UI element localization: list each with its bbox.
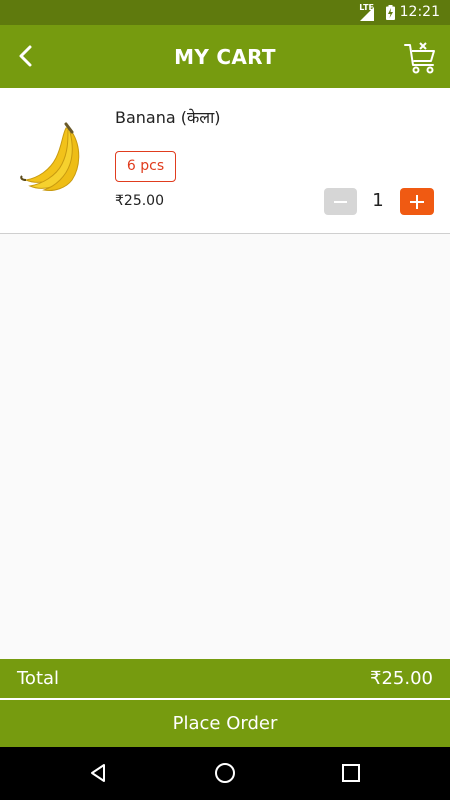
product-name: Banana (केला)	[115, 108, 221, 127]
app-bar: MY CART	[0, 25, 450, 88]
battery-charging-icon	[386, 5, 395, 20]
system-nav-bar	[0, 747, 450, 800]
clock: 12:21	[399, 4, 440, 20]
increase-quantity-button[interactable]	[400, 188, 434, 215]
decrease-quantity-button[interactable]	[324, 188, 357, 215]
status-bar: LTE 12:21	[0, 0, 450, 25]
signal-icon	[360, 7, 374, 21]
banana-image	[20, 122, 80, 191]
nav-back-icon[interactable]	[86, 761, 110, 785]
nav-recents-icon[interactable]	[339, 761, 363, 785]
total-amount: ₹25.00	[370, 668, 433, 689]
place-order-button[interactable]: Place Order	[0, 700, 450, 747]
quantity-value: 1	[372, 190, 384, 211]
product-price: ₹25.00	[115, 193, 164, 209]
page-title: MY CART	[174, 45, 276, 69]
total-label: Total	[17, 668, 60, 689]
clear-cart-icon[interactable]	[404, 39, 436, 75]
cart-item: Banana (केला) 6 pcs ₹25.00 1	[0, 88, 450, 234]
total-bar: Total ₹25.00	[0, 659, 450, 698]
unit-badge: 6 pcs	[115, 151, 176, 182]
nav-home-icon[interactable]	[213, 761, 237, 785]
